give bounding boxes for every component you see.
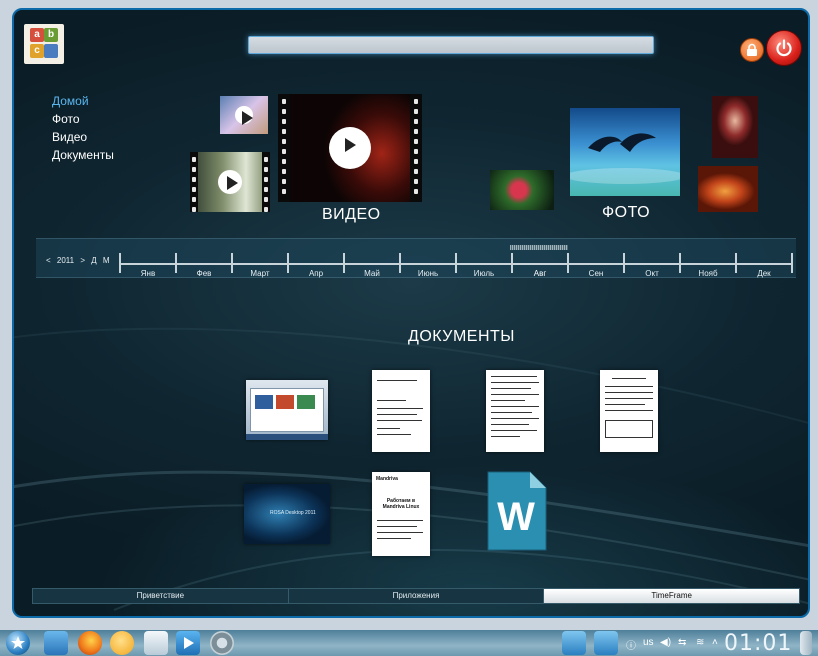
photo-thumbnail-girl[interactable] xyxy=(712,96,758,158)
timeline-day-button[interactable]: Д xyxy=(91,256,96,265)
info-icon[interactable]: ⓘ xyxy=(626,637,636,652)
timeline-range-handle[interactable] xyxy=(510,245,568,250)
keyboard-layout[interactable]: us xyxy=(643,637,654,648)
video-thumbnail-featured[interactable] xyxy=(278,94,422,202)
document-thumbnail-text-2[interactable] xyxy=(486,370,544,452)
timeline-prev-button[interactable]: < xyxy=(46,256,51,265)
timeline-month-label[interactable]: Май xyxy=(344,269,400,278)
camera-icon-2[interactable] xyxy=(594,631,618,655)
filmstrip-right xyxy=(262,152,270,212)
timeline-month-button[interactable]: М xyxy=(103,256,110,265)
document-thumbnail-screenshot[interactable] xyxy=(246,380,328,440)
search-input[interactable] xyxy=(248,36,654,54)
document-thumbnail-word[interactable]: W xyxy=(486,470,548,552)
play-icon xyxy=(218,170,242,194)
usb-icon[interactable]: ⇆ xyxy=(678,637,686,648)
lock-icon xyxy=(747,43,757,56)
side-navigation: Домой Фото Видео Документы xyxy=(52,92,114,164)
logo-block-a: a xyxy=(30,28,44,42)
photo-thumbnail-dolphins[interactable] xyxy=(570,108,680,196)
document-thumbnail-form[interactable] xyxy=(600,370,658,452)
timeline-month-label[interactable]: Июнь xyxy=(400,269,456,278)
media-player-icon[interactable] xyxy=(176,631,200,655)
timeline-navigation: < 2011 > Д М xyxy=(46,256,114,265)
timeline-month-label[interactable]: Апр xyxy=(288,269,344,278)
lock-button[interactable] xyxy=(740,38,764,62)
tab-applications[interactable]: Приложения xyxy=(289,589,545,603)
timeline-month-label[interactable]: Авг xyxy=(512,269,568,278)
tab-timeframe[interactable]: TimeFrame xyxy=(544,589,800,603)
photo-section-label[interactable]: ФОТО xyxy=(602,204,650,222)
form-table xyxy=(604,420,654,438)
firefox-icon[interactable] xyxy=(78,631,102,655)
clock[interactable]: 01:01 xyxy=(724,631,792,656)
screenshot-window xyxy=(250,388,324,432)
logo-block-c: c xyxy=(30,44,44,58)
nav-item-documents[interactable]: Документы xyxy=(52,146,114,164)
app-logo: a b c xyxy=(24,24,64,64)
document-thumbnail-text-1[interactable] xyxy=(372,370,430,452)
screenshot-taskbar xyxy=(246,434,328,440)
file-manager-icon[interactable] xyxy=(44,631,68,655)
show-desktop-icon[interactable] xyxy=(800,631,812,655)
word-letter: W xyxy=(497,495,535,539)
logo-block-b: b xyxy=(44,28,58,42)
taskbar: ⓘ us ◀) ⇆ ≋ ˄ 01:01 xyxy=(0,630,818,656)
timeline-year: 2011 xyxy=(56,256,75,265)
video-thumbnail-small-top[interactable] xyxy=(220,96,268,134)
timeline-month-label[interactable]: Нояб xyxy=(680,269,736,278)
documents-section-label[interactable]: ДОКУМЕНТЫ xyxy=(408,328,515,346)
settings-icon[interactable] xyxy=(210,631,234,655)
tab-welcome[interactable]: Приветствие xyxy=(33,589,289,603)
nav-item-home[interactable]: Домой xyxy=(52,92,114,110)
photo-thumbnail-guitar[interactable] xyxy=(698,166,758,212)
wifi-icon[interactable]: ≋ xyxy=(696,637,704,648)
power-icon xyxy=(776,39,792,57)
timeline-month-label[interactable]: Дек xyxy=(736,269,792,278)
nav-item-video[interactable]: Видео xyxy=(52,128,114,146)
mandriva-heading: Работаем в Mandriva Linux xyxy=(382,498,420,510)
play-icon xyxy=(329,127,371,169)
camera-icon[interactable] xyxy=(562,631,586,655)
rosa-start-icon[interactable] xyxy=(6,631,30,655)
timeline-month-label[interactable]: Янв xyxy=(120,269,176,278)
dolphins-graphic xyxy=(570,133,680,184)
timeline-month-label[interactable]: Июль xyxy=(456,269,512,278)
rosa-caption: ROSA Desktop 2011 xyxy=(270,510,316,516)
timeline-month-label[interactable]: Фев xyxy=(176,269,232,278)
word-document-icon: W xyxy=(487,471,547,551)
timeline-month-label[interactable]: Сен xyxy=(568,269,624,278)
document-thumbnail-mandriva[interactable]: Mandriva Работаем в Mandriva Linux xyxy=(372,472,430,556)
timeline-next-button[interactable]: > xyxy=(80,256,85,265)
mandriva-brand: Mandriva xyxy=(376,476,398,482)
filmstrip-right xyxy=(410,94,422,202)
filmstrip-left xyxy=(190,152,198,212)
timeline-month-label[interactable]: Март xyxy=(232,269,288,278)
photo-thumbnail-flower[interactable] xyxy=(490,170,554,210)
launcher-window: a b c Домой Фото Видео Документы ВИДЕО Ф… xyxy=(12,8,810,618)
nav-item-photo[interactable]: Фото xyxy=(52,110,114,128)
desktop: a b c Домой Фото Видео Документы ВИДЕО Ф… xyxy=(0,0,818,656)
timeline: < 2011 > Д М Янв Фев Март Апр Май Июнь Июль Авг… xyxy=(36,238,796,278)
volume-icon[interactable]: ◀) xyxy=(660,637,671,648)
tray-arrow-icon[interactable]: ˄ xyxy=(712,637,718,648)
play-icon xyxy=(235,106,253,125)
mail-icon[interactable] xyxy=(144,631,168,655)
power-button[interactable] xyxy=(766,30,802,66)
filmstrip-left xyxy=(278,94,290,202)
document-thumbnail-rosa[interactable]: ROSA Desktop 2011 xyxy=(244,484,330,544)
launcher-tabs: Приветствие Приложения TimeFrame xyxy=(32,588,800,604)
chat-icon[interactable] xyxy=(110,631,134,655)
video-section-label[interactable]: ВИДЕО xyxy=(322,206,381,224)
video-thumbnail-small-bottom[interactable] xyxy=(190,152,270,212)
logo-block-d xyxy=(44,44,58,58)
timeline-month-label[interactable]: Окт xyxy=(624,269,680,278)
